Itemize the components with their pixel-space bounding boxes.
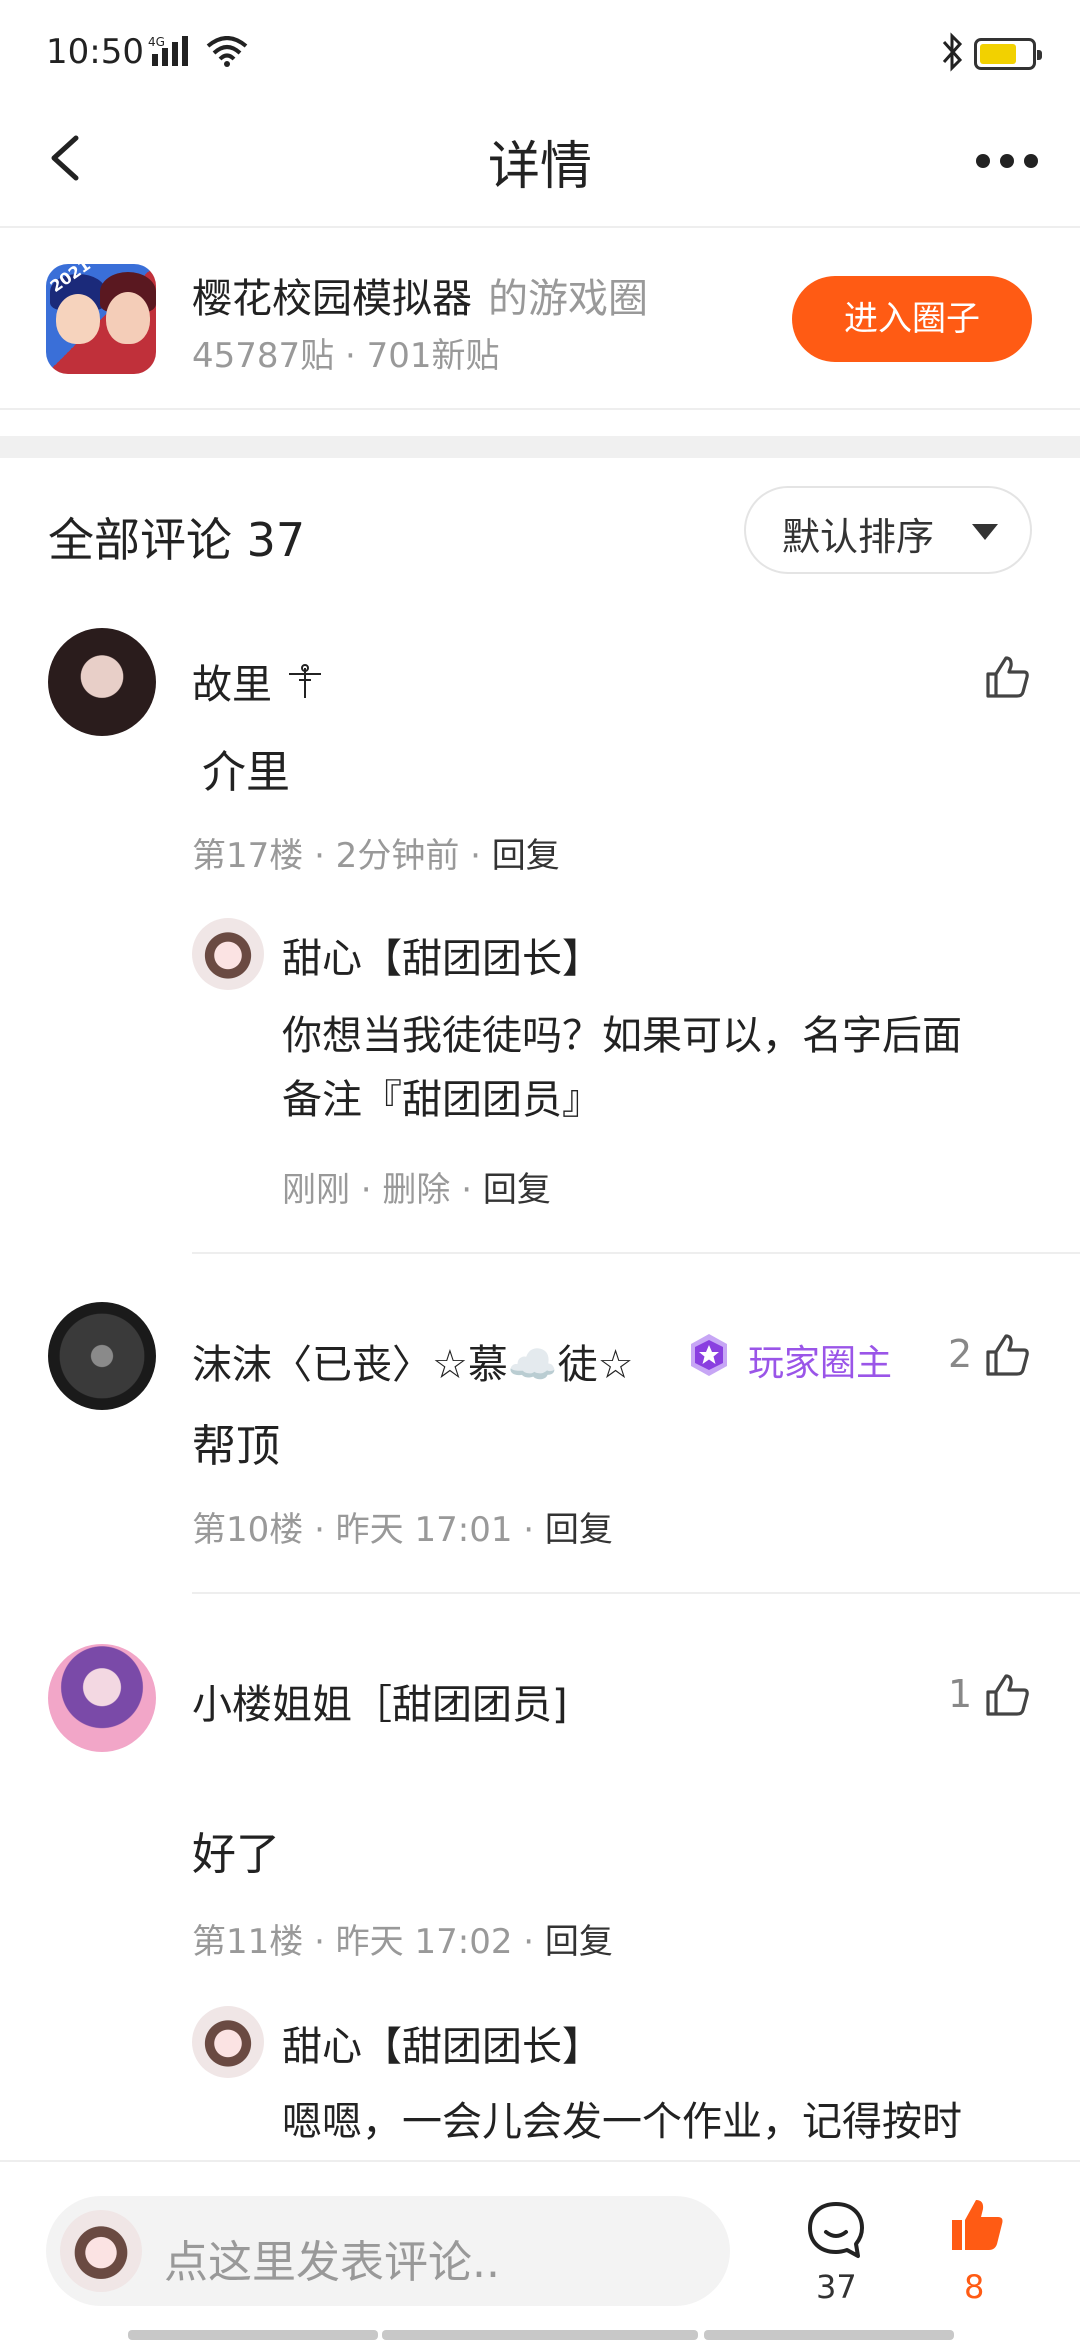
comments-count-label: 全部评论 37 xyxy=(48,513,306,567)
bottom-bar: 点这里发表评论.. 37 8 xyxy=(0,2160,1080,2340)
bluetooth-icon xyxy=(942,32,963,72)
comment-icon[interactable] xyxy=(804,2198,868,2262)
avatar[interactable] xyxy=(48,1302,156,1410)
reply-text: 你想当我徒徒吗？如果可以，名字后面 备注『甜团团员』 xyxy=(282,1013,962,1123)
avatar xyxy=(60,2210,142,2292)
game-circle-suffix: 的游戏圈 xyxy=(488,276,648,322)
comment-input-placeholder: 点这里发表评论.. xyxy=(164,2237,500,2288)
section-gap xyxy=(0,436,1080,458)
cellular-signal-icon: 4G xyxy=(148,35,188,66)
enter-circle-button[interactable]: 进入圈子 xyxy=(792,276,1032,362)
like-total-count: 8 xyxy=(964,2268,985,2306)
comment-input[interactable]: 点这里发表评论.. xyxy=(46,2196,730,2306)
comment-text: 好了 xyxy=(192,1829,280,1880)
divider xyxy=(192,1592,1080,1594)
wifi-icon xyxy=(206,36,248,67)
battery-icon xyxy=(974,38,1042,70)
like-count: 1 xyxy=(948,1672,973,1716)
avatar[interactable] xyxy=(48,1644,156,1752)
avatar[interactable] xyxy=(192,918,264,990)
like-filled-icon[interactable] xyxy=(948,2196,1006,2254)
like-icon[interactable] xyxy=(982,1330,1032,1380)
comment-count: 37 xyxy=(816,2268,857,2306)
circle-owner-badge: 玩家圈主 xyxy=(748,1343,893,1384)
comment-meta: 第11楼 · 昨天 17:02 · 回复 xyxy=(192,1922,613,1962)
avatar[interactable] xyxy=(48,628,156,736)
page-title: 详情 xyxy=(487,137,592,197)
title-bar: 详情 xyxy=(0,100,1080,226)
sort-dropdown[interactable]: 默认排序 xyxy=(744,486,1032,574)
reply-button[interactable]: 回复 xyxy=(483,1170,551,1210)
avatar[interactable] xyxy=(192,2006,264,2078)
comment-meta: 第10楼 · 昨天 17:01 · 回复 xyxy=(192,1510,613,1550)
status-bar: 10:50 4G xyxy=(0,0,1080,100)
comment-text: 帮顶 xyxy=(192,1421,280,1472)
game-name: 樱花校园模拟器 xyxy=(192,276,472,322)
reply-button[interactable]: 回复 xyxy=(545,1922,613,1962)
comment-meta: 第17楼 · 2分钟前 · 回复 xyxy=(192,836,560,876)
reply-text: 嗯嗯，一会儿会发一个作业，记得按时 xyxy=(282,2099,962,2145)
reply-username[interactable]: 甜心【甜团团长】 xyxy=(282,2014,602,2072)
game-circle-name[interactable]: 樱花校园模拟器 的游戏圈 xyxy=(192,266,648,324)
sort-label: 默认排序 xyxy=(782,515,935,559)
comment-text: 介里 xyxy=(202,747,290,798)
divider xyxy=(192,1252,1080,1254)
clock: 10:50 xyxy=(46,32,144,72)
divider xyxy=(0,408,1080,410)
like-icon[interactable] xyxy=(982,652,1032,702)
like-count: 2 xyxy=(948,1332,973,1376)
more-options-icon[interactable] xyxy=(972,140,1042,180)
comment-username[interactable]: 故里 xyxy=(192,652,325,710)
star-badge-icon xyxy=(691,1334,727,1376)
reply-username[interactable]: 甜心【甜团团长】 xyxy=(282,926,602,984)
like-icon[interactable] xyxy=(982,1670,1032,1720)
reply-button[interactable]: 回复 xyxy=(492,836,560,876)
game-circle-stats: 45787贴 · 701新贴 xyxy=(192,336,500,376)
reply-button[interactable]: 回复 xyxy=(545,1510,613,1550)
decorative-symbol-icon xyxy=(288,664,321,698)
system-nav-bar xyxy=(0,2330,1080,2340)
game-circle-card: 2021 樱花校园模拟器 的游戏圈 45787贴 · 701新贴 进入圈子 xyxy=(0,228,1080,408)
reply-meta: 刚刚 · 删除 · 回复 xyxy=(282,1170,551,1210)
dropdown-arrow-icon xyxy=(972,524,998,540)
svg-text:4G: 4G xyxy=(148,35,165,49)
comments-header: 全部评论 37 默认排序 xyxy=(0,458,1080,598)
comment-username[interactable]: 小楼姐姐［甜团团员] xyxy=(192,1672,568,1730)
game-icon[interactable]: 2021 xyxy=(46,264,156,374)
comment-username[interactable]: 沫沫〈已丧〉☆慕☁️徒☆ xyxy=(192,1332,634,1390)
